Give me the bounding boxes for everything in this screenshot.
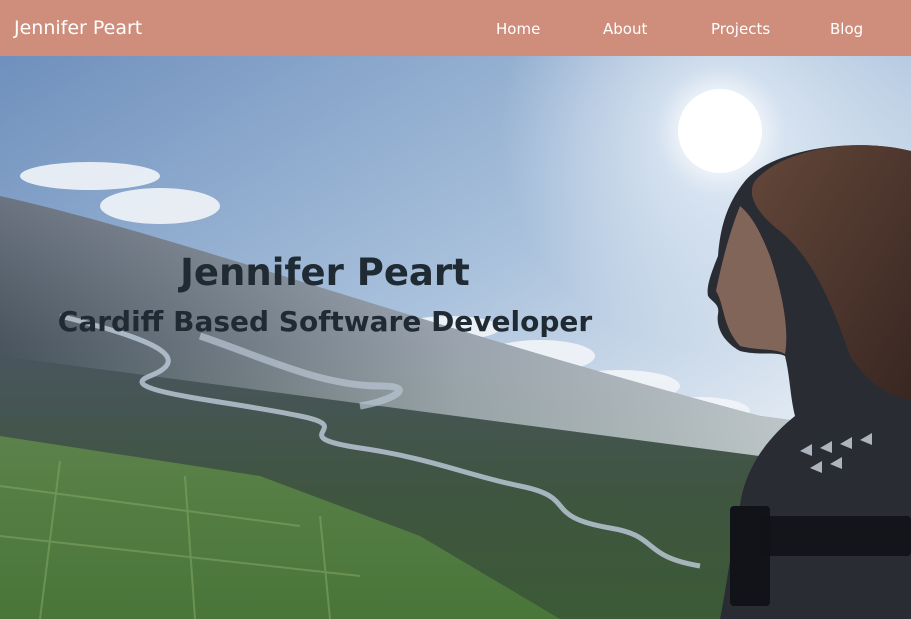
navbar: Jennifer Peart Home About Projects Blog	[0, 0, 911, 56]
hero-title: Jennifer Peart	[180, 250, 470, 294]
nav-link-about[interactable]: About	[603, 19, 647, 39]
hero-section: Jennifer Peart Cardiff Based Software De…	[0, 56, 911, 619]
brand-link[interactable]: Jennifer Peart	[14, 16, 142, 40]
nav-link-projects[interactable]: Projects	[711, 19, 770, 39]
hero-subtitle: Cardiff Based Software Developer	[57, 305, 593, 339]
nav-link-blog[interactable]: Blog	[830, 19, 863, 39]
page: Jennifer Peart Home About Projects Blog	[0, 0, 911, 619]
nav-link-home[interactable]: Home	[496, 19, 540, 39]
